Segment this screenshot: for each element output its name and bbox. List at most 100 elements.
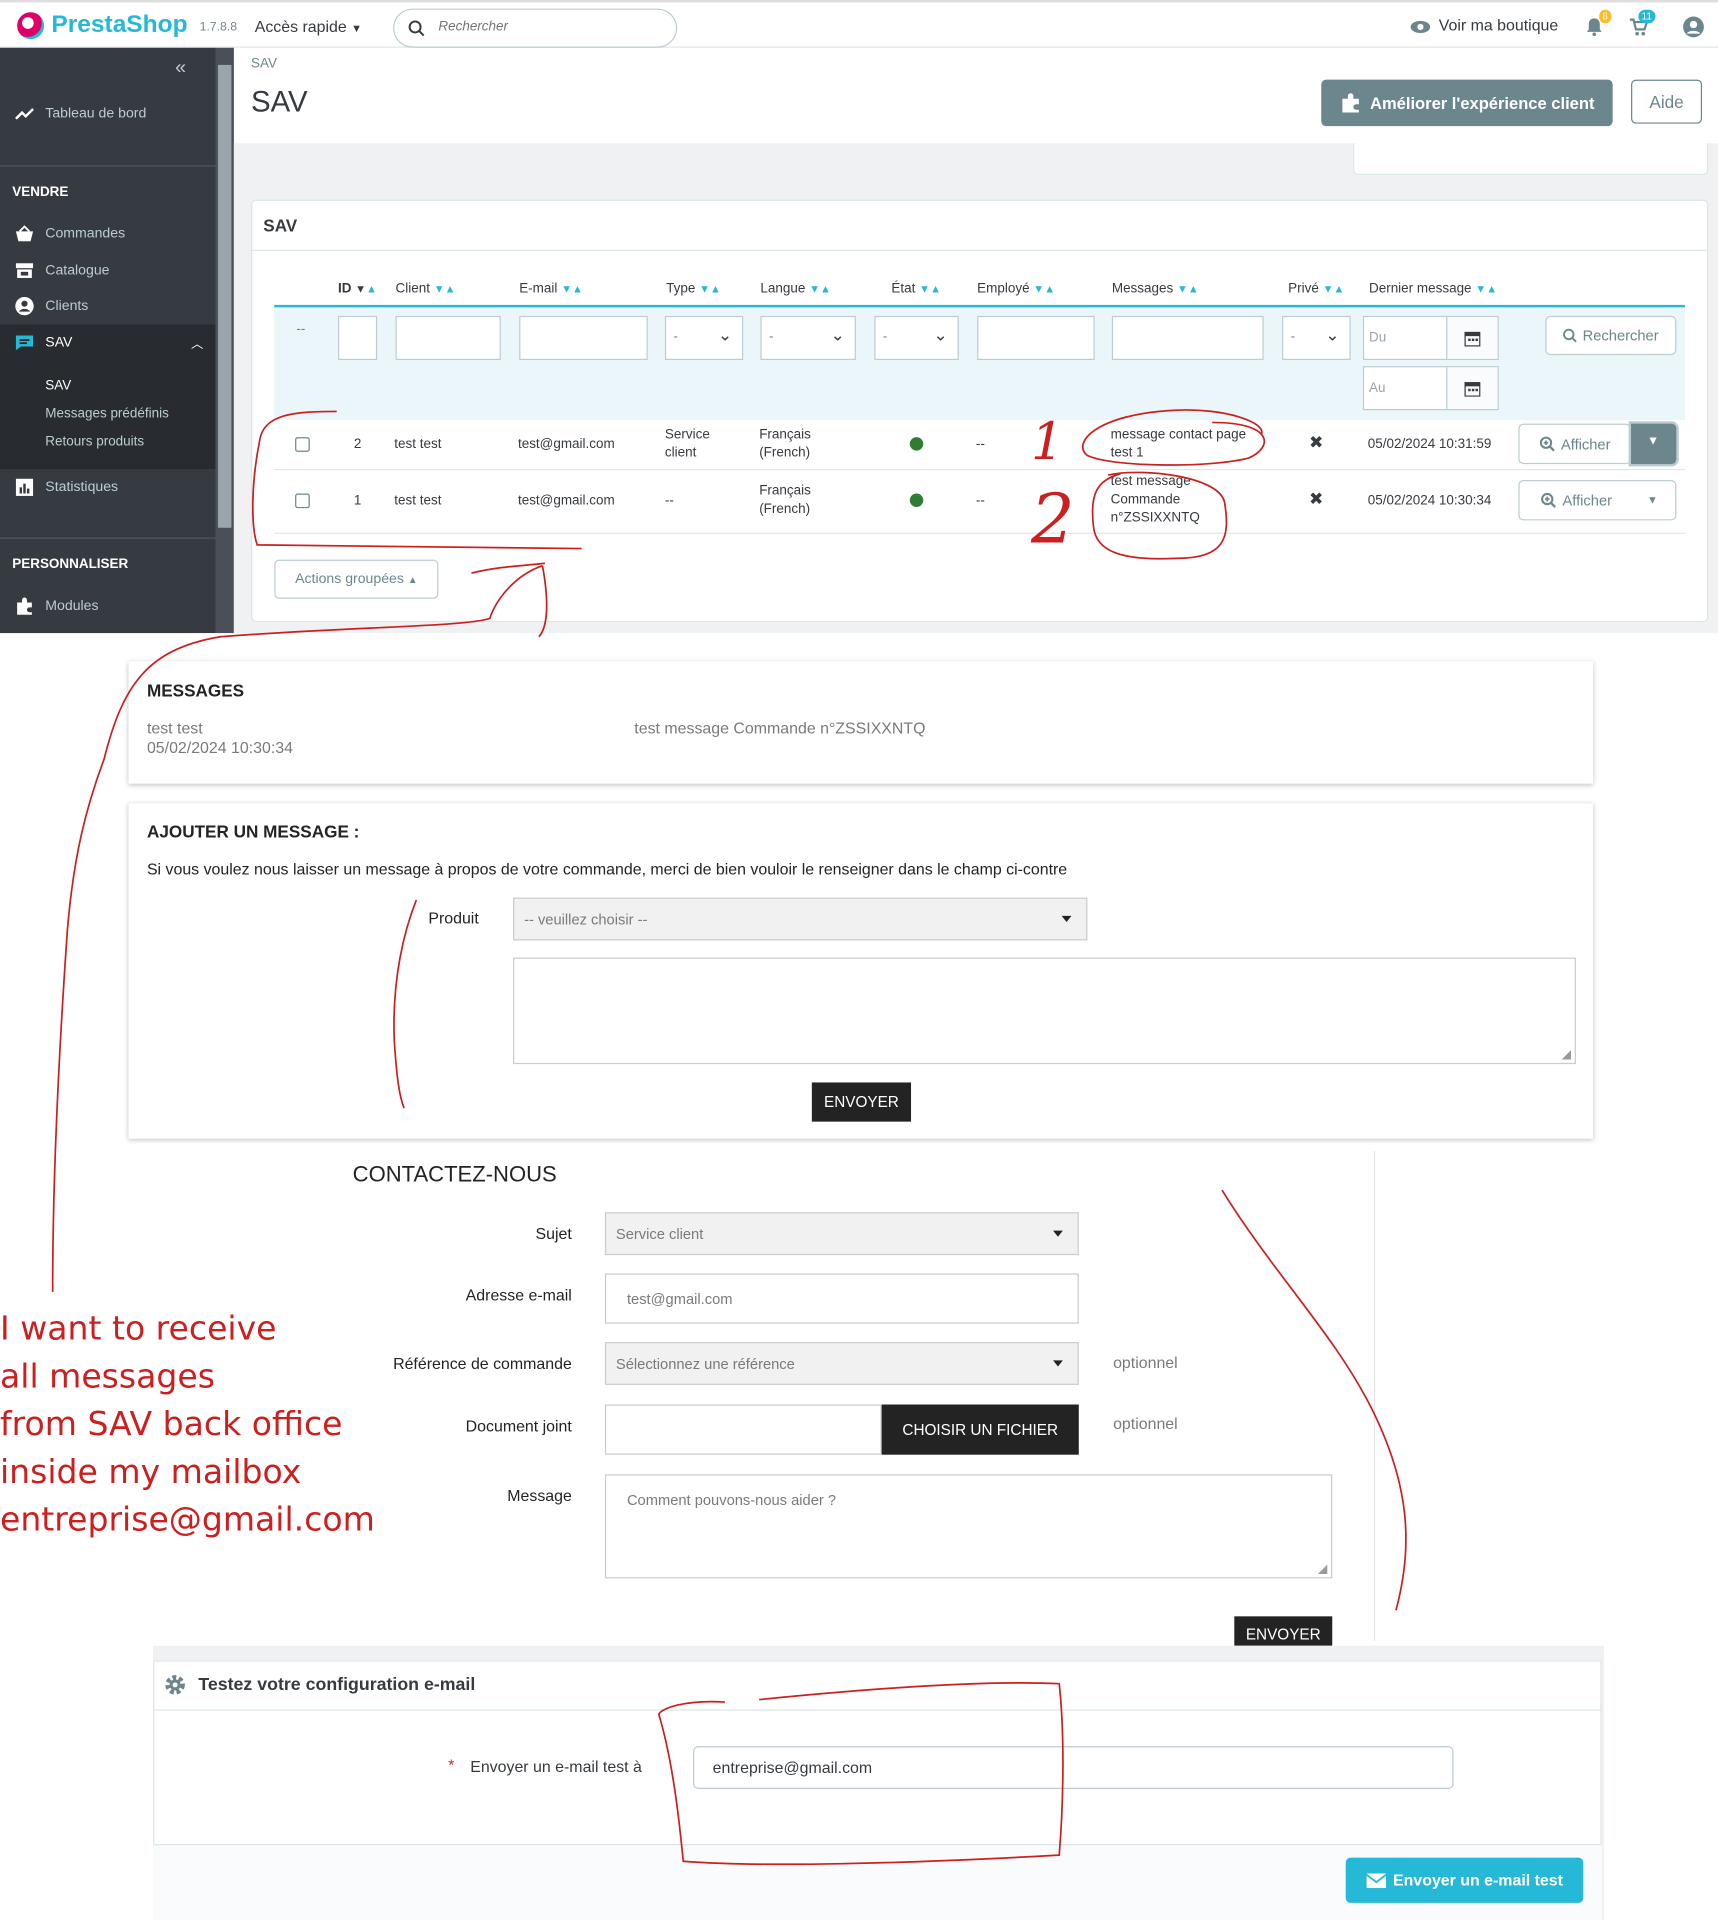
col-header-client[interactable]: Client ▼▲ [396, 282, 456, 297]
caret-down-icon: ▼ [1646, 434, 1660, 449]
chevron-up-icon: ︿ [191, 337, 204, 352]
cell-type: -- [664, 493, 674, 509]
product-label: Produit [428, 908, 479, 927]
cell-message: message contact page test 1 [1110, 427, 1247, 461]
help-button[interactable]: Aide [1631, 79, 1703, 124]
filter-email-input[interactable] [519, 315, 648, 361]
filter-messages-input[interactable] [1111, 315, 1264, 361]
row-checkbox[interactable] [295, 437, 310, 452]
calendar-icon[interactable] [1446, 317, 1498, 359]
puzzle-icon [17, 597, 32, 615]
sidebar-item-catalog[interactable]: Catalogue [0, 252, 216, 289]
row-checkbox[interactable] [295, 493, 310, 509]
filter-date-to[interactable]: Au [1362, 366, 1499, 411]
attachment-filename[interactable] [604, 1404, 882, 1455]
resize-handle-icon[interactable]: ◢ [1562, 1048, 1571, 1061]
basket-icon [15, 225, 34, 242]
sidebar-item-modules[interactable]: Modules [0, 588, 216, 625]
order-reference-label: Référence de commande [393, 1354, 572, 1373]
sidebar-subitem-predefined-messages[interactable]: Messages prédéfinis [45, 407, 169, 422]
zoom-icon [1539, 436, 1555, 452]
notifications-button[interactable]: 8 [1585, 9, 1612, 37]
email-test-input[interactable]: entreprise@gmail.com [693, 1746, 1454, 1789]
sidebar-item-sav[interactable]: SAV ︿ [0, 324, 216, 362]
sidebar-item-label: Modules [45, 598, 99, 614]
filter-language-select[interactable]: - [760, 315, 856, 361]
resize-handle-icon[interactable]: ◢ [1318, 1562, 1327, 1575]
view-shop-link[interactable]: Voir ma boutique [1409, 16, 1558, 34]
prestashop-logo-icon[interactable] [17, 12, 45, 40]
bulk-actions-button[interactable]: Actions groupées ▲ [274, 559, 439, 599]
filter-employee-input[interactable] [977, 315, 1095, 361]
order-reference-select[interactable]: Sélectionnez une référence [604, 1342, 1079, 1385]
orders-count: 11 [1637, 9, 1656, 24]
col-header-private[interactable]: Privé ▼▲ [1288, 282, 1344, 297]
filter-id-input[interactable] [337, 315, 378, 361]
optional-note: optionnel [1113, 1414, 1178, 1433]
sidebar: « Tableau de bord VENDRE Commandes Catal… [0, 47, 216, 634]
sidebar-item-orders[interactable]: Commandes [0, 216, 216, 253]
caret-down-icon[interactable]: ▼ [1647, 493, 1658, 505]
view-button[interactable]: Afficher [1518, 423, 1632, 465]
product-select[interactable]: -- veuillez choisir -- [513, 897, 1088, 941]
divider [0, 165, 216, 167]
sidebar-item-label: Commandes [45, 226, 126, 242]
product-select-value: -- veuillez choisir -- [524, 910, 648, 928]
sidebar-item-stats[interactable]: Statistiques [0, 469, 216, 506]
sidebar-scrollbar[interactable] [215, 47, 234, 634]
filter-type-select[interactable]: - [664, 315, 744, 361]
view-button[interactable]: Afficher ▼ [1518, 480, 1677, 521]
col-header-email[interactable]: E-mail ▼▲ [519, 282, 583, 297]
sidebar-item-label: Clients [45, 298, 89, 314]
orders-button[interactable]: 11 [1629, 9, 1656, 37]
search-box[interactable] [393, 8, 678, 48]
panel-title: SAV [263, 215, 298, 236]
quick-access-menu[interactable]: Accès rapide ▼ [255, 17, 362, 35]
cell-id: 2 [353, 437, 362, 452]
required-star: * [448, 1755, 455, 1775]
send-message-button[interactable]: ENVOYER [811, 1082, 912, 1122]
trend-icon [15, 108, 34, 120]
filter-search-button[interactable]: Rechercher [1545, 315, 1677, 356]
breadcrumb[interactable]: SAV [251, 56, 277, 71]
message-label: Message [507, 1486, 572, 1505]
col-header-employee[interactable]: Employé ▼▲ [977, 282, 1055, 297]
search-input[interactable] [438, 19, 659, 35]
sidebar-subitem-sav[interactable]: SAV [45, 378, 71, 393]
message-textarea[interactable]: ◢ [513, 957, 1576, 1065]
sidebar-item-dashboard[interactable]: Tableau de bord [0, 96, 216, 133]
bar-chart-icon [15, 478, 34, 496]
subject-select[interactable]: Service client [604, 1212, 1079, 1256]
col-header-last-message[interactable]: Dernier message ▼▲ [1369, 282, 1497, 297]
improve-experience-button[interactable]: Améliorer l'expérience client [1321, 79, 1613, 127]
filter-date-from[interactable]: Du [1362, 315, 1499, 361]
scrollbar-thumb[interactable] [217, 64, 232, 528]
logo-text[interactable]: PrestaShop [51, 11, 187, 39]
cell-language: Français (French) [759, 427, 811, 461]
contact-message-textarea[interactable]: Comment pouvons-nous aider ? ◢ [604, 1474, 1333, 1579]
envelope-icon [1366, 1872, 1386, 1888]
cell-id: 1 [353, 493, 362, 509]
message-placeholder: Comment pouvons-nous aider ? [626, 1491, 837, 1509]
calendar-icon[interactable] [1446, 367, 1498, 409]
row-actions-dropdown[interactable]: ▼ [1631, 423, 1677, 465]
user-account-icon[interactable] [1682, 16, 1704, 38]
choose-file-button[interactable]: CHOISIR UN FICHIER [881, 1404, 1079, 1455]
col-header-type[interactable]: Type ▼▲ [666, 282, 721, 297]
col-header-id[interactable]: ID ▼▲ [338, 282, 377, 297]
contact-title: CONTACTEZ-NOUS [352, 1162, 557, 1187]
col-header-language[interactable]: Langue ▼▲ [760, 282, 831, 297]
col-header-status[interactable]: État ▼▲ [891, 282, 941, 297]
sidebar-item-customers[interactable]: Clients [0, 288, 216, 325]
sidebar-subitem-product-returns[interactable]: Retours produits [45, 435, 144, 450]
send-test-email-button[interactable]: Envoyer un e-mail test [1345, 1857, 1584, 1903]
filter-private-select[interactable]: - [1282, 315, 1351, 361]
filter-client-input[interactable] [395, 315, 501, 361]
contact-send-button[interactable]: ENVOYER [1234, 1616, 1333, 1646]
email-field[interactable]: test@gmail.com [604, 1273, 1079, 1324]
cell-employee: -- [975, 493, 985, 509]
puzzle-icon [1342, 93, 1359, 113]
filter-status-select[interactable]: - [874, 315, 959, 361]
col-header-messages[interactable]: Messages ▼▲ [1112, 282, 1199, 297]
collapse-sidebar-icon[interactable]: « [175, 58, 186, 80]
